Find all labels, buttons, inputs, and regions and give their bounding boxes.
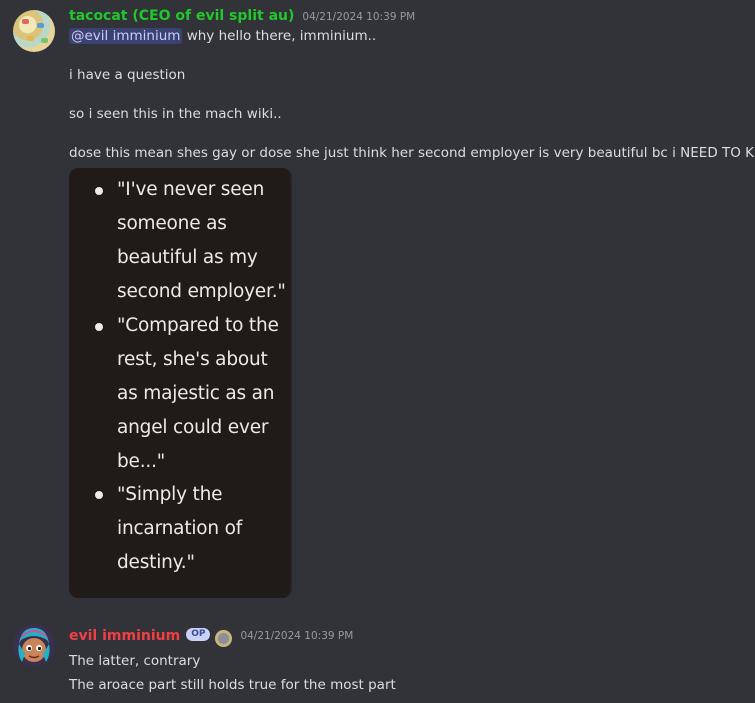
- image-text: second employer.": [117, 281, 286, 302]
- op-badge: OP: [186, 628, 211, 641]
- attached-image[interactable]: "I've never seen someone as beautiful as…: [69, 168, 292, 598]
- author-name[interactable]: tacocat (CEO of evil split au): [69, 8, 294, 24]
- message-line: so i seen this in the mach wiki..: [69, 106, 282, 122]
- avatar[interactable]: [13, 10, 55, 52]
- message-line: i have a question: [69, 67, 186, 83]
- timestamp: 04/21/2024 10:39 PM: [302, 11, 416, 23]
- author-name[interactable]: evil imminium: [69, 628, 180, 644]
- image-text: as majestic as an: [117, 383, 275, 404]
- image-text: angel could ever: [117, 417, 269, 438]
- message-line: The aroace part still holds true for the…: [69, 677, 396, 693]
- image-text: rest, she's about: [117, 349, 268, 370]
- message-line: dose this mean shes gay or dose she just…: [69, 145, 755, 161]
- bullet-icon: [95, 491, 103, 499]
- image-text: "Compared to the: [117, 315, 279, 336]
- image-text: incarnation of: [117, 518, 243, 539]
- image-text: destiny.": [117, 552, 195, 573]
- timestamp: 04/21/2024 10:39 PM: [240, 629, 354, 642]
- image-text: be...": [117, 451, 166, 472]
- message-line: @evil imminium why hello there, imminium…: [69, 28, 377, 44]
- avatar[interactable]: [13, 624, 55, 666]
- role-icon[interactable]: [215, 630, 233, 647]
- bullet-icon: [95, 187, 103, 195]
- image-text: beautiful as my: [117, 247, 258, 268]
- image-text: "I've never seen: [117, 179, 265, 200]
- user-mention[interactable]: @evil imminium: [69, 28, 183, 44]
- bullet-icon: [95, 323, 103, 331]
- image-text: someone as: [117, 213, 227, 234]
- avatar-art: [13, 624, 55, 666]
- message-line: The latter, contrary: [69, 653, 201, 669]
- image-text: "Simply the: [117, 484, 223, 505]
